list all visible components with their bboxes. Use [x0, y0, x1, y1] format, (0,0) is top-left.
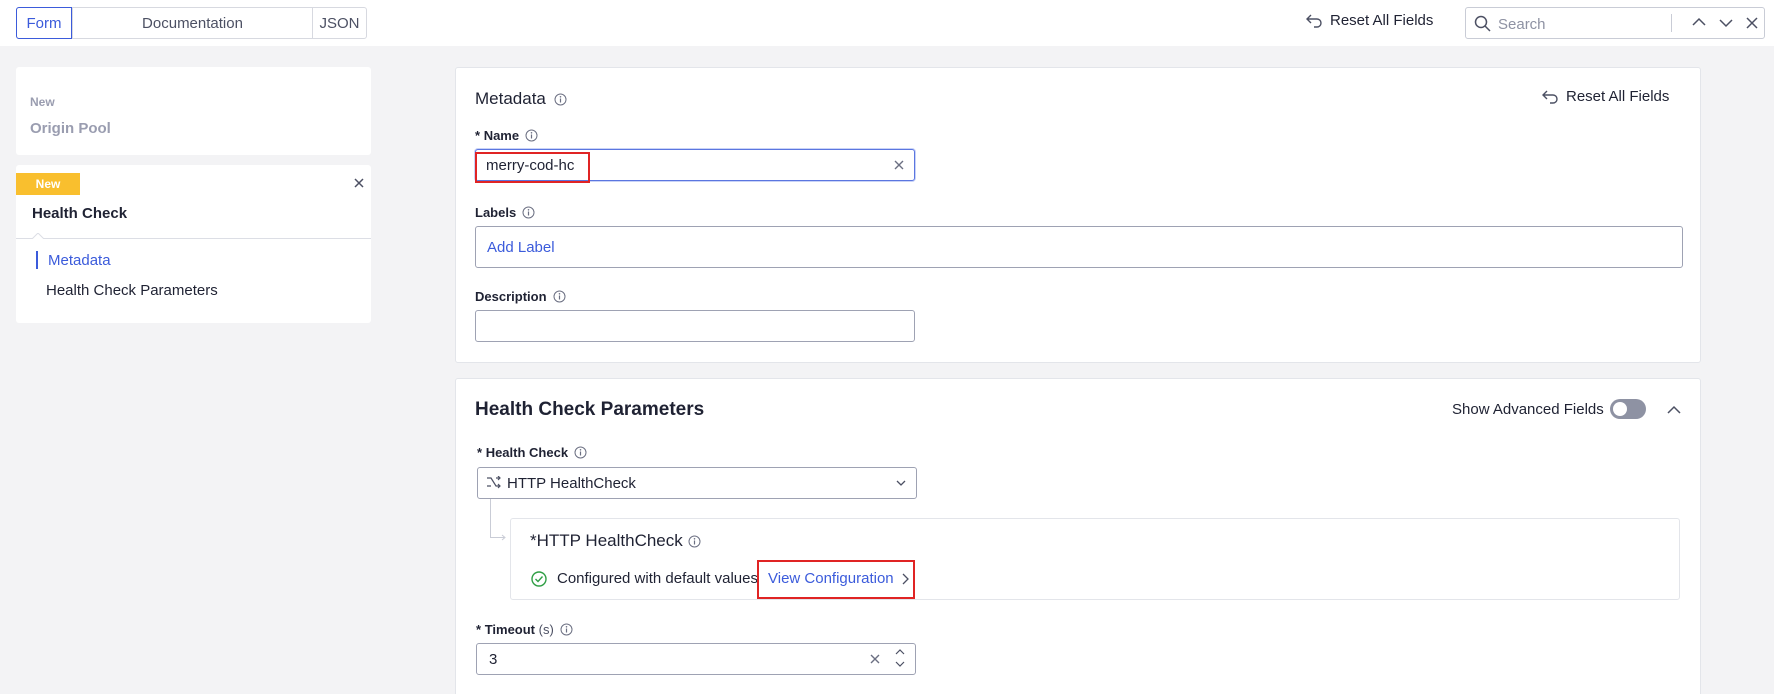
health-check-title: Health Check [32, 205, 128, 222]
search-placeholder: Search [1498, 16, 1546, 33]
metadata-section: Metadata Reset All Fields * Name merry-c… [455, 67, 1701, 363]
increment-chevron-icon[interactable] [895, 648, 905, 655]
undo-arrow-icon [1306, 14, 1322, 28]
top-bar: Form Documentation JSON Reset All Fields… [0, 0, 1774, 46]
tree-connector [490, 499, 508, 541]
clear-icon[interactable] [894, 160, 904, 170]
origin-pool-title: Origin Pool [30, 120, 111, 137]
labels-label: Labels [475, 205, 535, 220]
health-check-label: * Health Check [477, 445, 587, 460]
name-label: * Name [475, 128, 538, 143]
branch-icon [486, 476, 501, 490]
divider [16, 238, 371, 239]
pointer-notch [32, 233, 44, 239]
info-icon [525, 129, 538, 142]
timeout-label: * Timeout (s) [476, 622, 573, 637]
close-icon[interactable] [1746, 17, 1758, 29]
highlight-box [475, 152, 590, 183]
reset-all-fields-button[interactable]: Reset All Fields [1306, 12, 1433, 29]
configured-status: Configured with default values [557, 570, 758, 587]
info-icon [522, 206, 535, 219]
reset-all-fields-button[interactable]: Reset All Fields [1542, 88, 1669, 105]
section-title: Metadata [475, 89, 546, 108]
timeout-stepper[interactable]: 3 [476, 643, 916, 675]
tab-documentation[interactable]: Documentation [72, 8, 312, 38]
timeout-value: 3 [489, 651, 498, 668]
show-advanced-fields-toggle[interactable] [1610, 399, 1646, 419]
tab-form[interactable]: Form [16, 7, 72, 39]
labels-field[interactable]: Add Label [475, 226, 1683, 268]
chevron-down-icon [896, 480, 906, 487]
info-icon [688, 535, 701, 548]
new-badge: New [16, 173, 80, 195]
highlight-box [757, 560, 915, 599]
check-circle-icon [531, 571, 547, 587]
decrement-chevron-icon[interactable] [895, 661, 905, 668]
health-check-value: HTTP HealthCheck [507, 475, 636, 492]
chevron-up-icon[interactable] [1692, 17, 1706, 27]
info-icon [560, 623, 573, 636]
http-healthcheck-card: *HTTP HealthCheck Configured with defaul… [510, 518, 1680, 600]
info-icon [554, 93, 567, 106]
undo-arrow-icon [1542, 90, 1558, 104]
clear-icon[interactable] [870, 654, 880, 664]
chevron-down-icon[interactable] [1719, 18, 1733, 28]
toggle-knob [1613, 402, 1627, 416]
active-indicator [36, 251, 38, 269]
sidebar-item-health-check-parameters[interactable]: Health Check Parameters [46, 282, 218, 299]
close-icon[interactable] [354, 178, 364, 188]
info-icon [553, 290, 566, 303]
reset-all-fields-label: Reset All Fields [1330, 12, 1434, 29]
add-label-link[interactable]: Add Label [487, 239, 555, 256]
description-field[interactable] [475, 310, 915, 342]
sidebar-health-check-card: New Health Check Metadata Health Check P… [16, 165, 371, 323]
origin-pool-badge: New [30, 95, 55, 109]
show-advanced-fields-label: Show Advanced Fields [1452, 401, 1604, 418]
view-tabs: Form Documentation JSON [16, 7, 367, 39]
health-check-select[interactable]: HTTP HealthCheck [477, 467, 917, 499]
collapse-chevron-icon[interactable] [1667, 405, 1681, 414]
sidebar-origin-pool-card[interactable]: New Origin Pool [16, 67, 371, 155]
description-label: Description [475, 289, 566, 304]
section-title: Health Check Parameters [475, 399, 705, 420]
search-divider [1671, 14, 1672, 32]
reset-all-fields-label: Reset All Fields [1566, 88, 1670, 105]
info-icon [574, 446, 587, 459]
metadata-header: Metadata [475, 89, 567, 109]
tab-json[interactable]: JSON [312, 8, 366, 38]
search-icon [1474, 15, 1491, 32]
sidebar-item-metadata[interactable]: Metadata [48, 252, 111, 269]
http-healthcheck-header: *HTTP HealthCheck [530, 531, 701, 551]
http-healthcheck-title: *HTTP HealthCheck [530, 531, 683, 550]
search-input[interactable]: Search [1465, 7, 1765, 39]
